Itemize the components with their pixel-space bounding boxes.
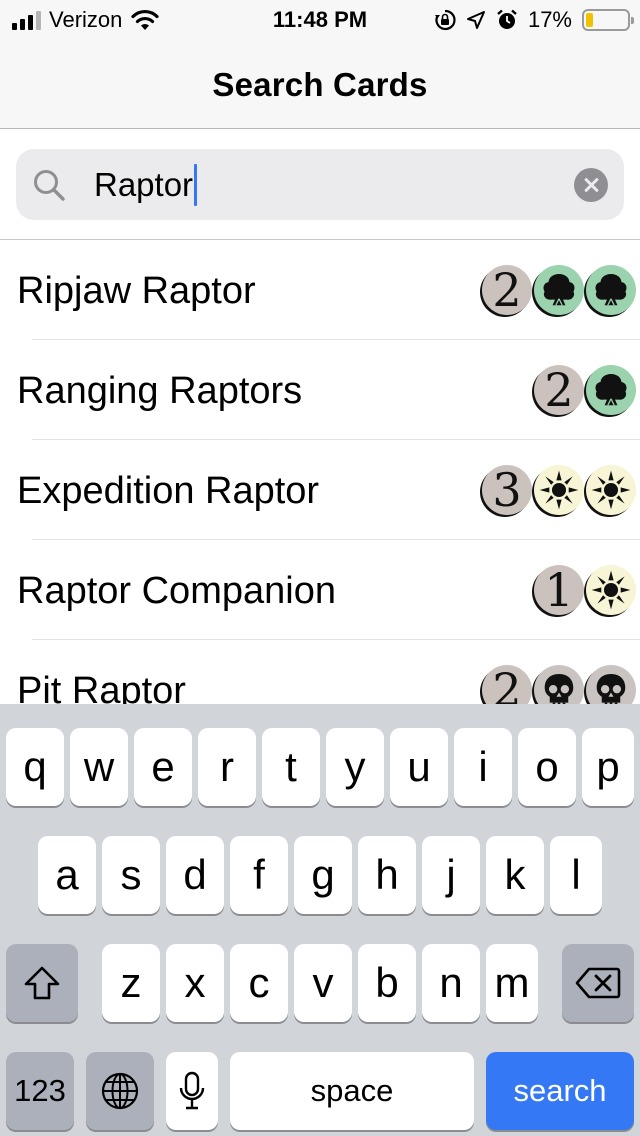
- mana-cost: 2: [482, 265, 636, 315]
- mana-white-icon: [586, 465, 636, 515]
- mana-generic-symbol: 2: [482, 265, 532, 315]
- results-list: Ripjaw Raptor 2 Ranging Raptors 2 Expedition…: [0, 240, 640, 704]
- key-e[interactable]: e: [134, 728, 192, 806]
- mana-green-icon: [534, 265, 584, 315]
- mana-green-icon: [586, 265, 636, 315]
- search-key[interactable]: search: [486, 1052, 634, 1130]
- key-o[interactable]: o: [518, 728, 576, 806]
- key-f[interactable]: f: [230, 836, 288, 914]
- mana-white-icon: [586, 565, 636, 615]
- globe-icon: [101, 1072, 139, 1110]
- key-s[interactable]: s: [102, 836, 160, 914]
- key-i[interactable]: i: [454, 728, 512, 806]
- card-name: Raptor Companion: [17, 570, 336, 612]
- card-name: Expedition Raptor: [17, 470, 320, 512]
- key-j[interactable]: j: [422, 836, 480, 914]
- search-icon: [34, 170, 65, 201]
- card-row[interactable]: Ripjaw Raptor 2: [0, 240, 640, 340]
- alarm-icon: [497, 9, 517, 29]
- microphone-icon: [179, 1071, 205, 1110]
- shift-key[interactable]: [6, 944, 78, 1022]
- page-title: Search Cards: [212, 66, 428, 103]
- search-input[interactable]: Raptor: [94, 163, 198, 207]
- delete-icon: [575, 967, 621, 999]
- key-l[interactable]: l: [550, 836, 602, 914]
- numbers-key[interactable]: 123: [6, 1052, 74, 1130]
- mana-black-icon: [534, 665, 584, 704]
- key-w[interactable]: w: [70, 728, 128, 806]
- key-b[interactable]: b: [358, 944, 416, 1022]
- search-input-value: Raptor: [94, 166, 194, 203]
- key-k[interactable]: k: [486, 836, 544, 914]
- mana-black-icon: [586, 665, 636, 704]
- key-t[interactable]: t: [262, 728, 320, 806]
- space-key[interactable]: space: [230, 1052, 474, 1130]
- mana-generic-symbol: 1: [534, 565, 584, 615]
- key-g[interactable]: g: [294, 836, 352, 914]
- mana-green-icon: [586, 365, 636, 415]
- key-n[interactable]: n: [422, 944, 480, 1022]
- card-row[interactable]: Ranging Raptors 2: [0, 340, 640, 440]
- key-c[interactable]: c: [230, 944, 288, 1022]
- card-row[interactable]: Pit Raptor 2: [0, 640, 640, 704]
- location-icon: [466, 11, 485, 29]
- card-name: Pit Raptor: [17, 670, 186, 704]
- battery-percent: 17%: [527, 7, 572, 32]
- key-v[interactable]: v: [294, 944, 352, 1022]
- mana-white-icon: [534, 465, 584, 515]
- status-right: 17%: [434, 7, 634, 33]
- keyboard: q w e r t y u i o p a s d f g h j k l z …: [0, 704, 640, 1136]
- key-h[interactable]: h: [358, 836, 416, 914]
- text-cursor: [194, 164, 198, 206]
- microphone-key[interactable]: [166, 1052, 218, 1130]
- orientation-lock-icon: [434, 9, 456, 31]
- search-bar: Raptor: [0, 129, 640, 240]
- navigation-bar: Search Cards: [0, 40, 640, 129]
- card-name: Ranging Raptors: [17, 370, 303, 412]
- key-y[interactable]: y: [326, 728, 384, 806]
- card-name: Ripjaw Raptor: [17, 270, 256, 312]
- key-q[interactable]: q: [6, 728, 64, 806]
- mana-cost: 2: [534, 365, 636, 415]
- globe-key[interactable]: [86, 1052, 154, 1130]
- key-x[interactable]: x: [166, 944, 224, 1022]
- status-bar: Verizon 11:48 PM 17%: [0, 0, 640, 40]
- shift-icon: [24, 966, 60, 1000]
- key-m[interactable]: m: [486, 944, 538, 1022]
- key-d[interactable]: d: [166, 836, 224, 914]
- mana-generic-symbol: 2: [482, 665, 532, 704]
- key-r[interactable]: r: [198, 728, 256, 806]
- clear-icon[interactable]: [574, 168, 608, 202]
- delete-key[interactable]: [562, 944, 634, 1022]
- mana-cost: 2: [482, 665, 636, 704]
- key-a[interactable]: a: [38, 836, 96, 914]
- key-z[interactable]: z: [102, 944, 160, 1022]
- mana-cost: 3: [482, 465, 636, 515]
- mana-generic-symbol: 3: [482, 465, 532, 515]
- card-row[interactable]: Raptor Companion 1: [0, 540, 640, 640]
- mana-cost: 1: [534, 565, 636, 615]
- mana-generic-symbol: 2: [534, 365, 584, 415]
- key-u[interactable]: u: [390, 728, 448, 806]
- battery-icon: [582, 9, 634, 31]
- key-p[interactable]: p: [582, 728, 634, 806]
- search-field[interactable]: Raptor: [16, 149, 624, 220]
- card-row[interactable]: Expedition Raptor 3: [0, 440, 640, 540]
